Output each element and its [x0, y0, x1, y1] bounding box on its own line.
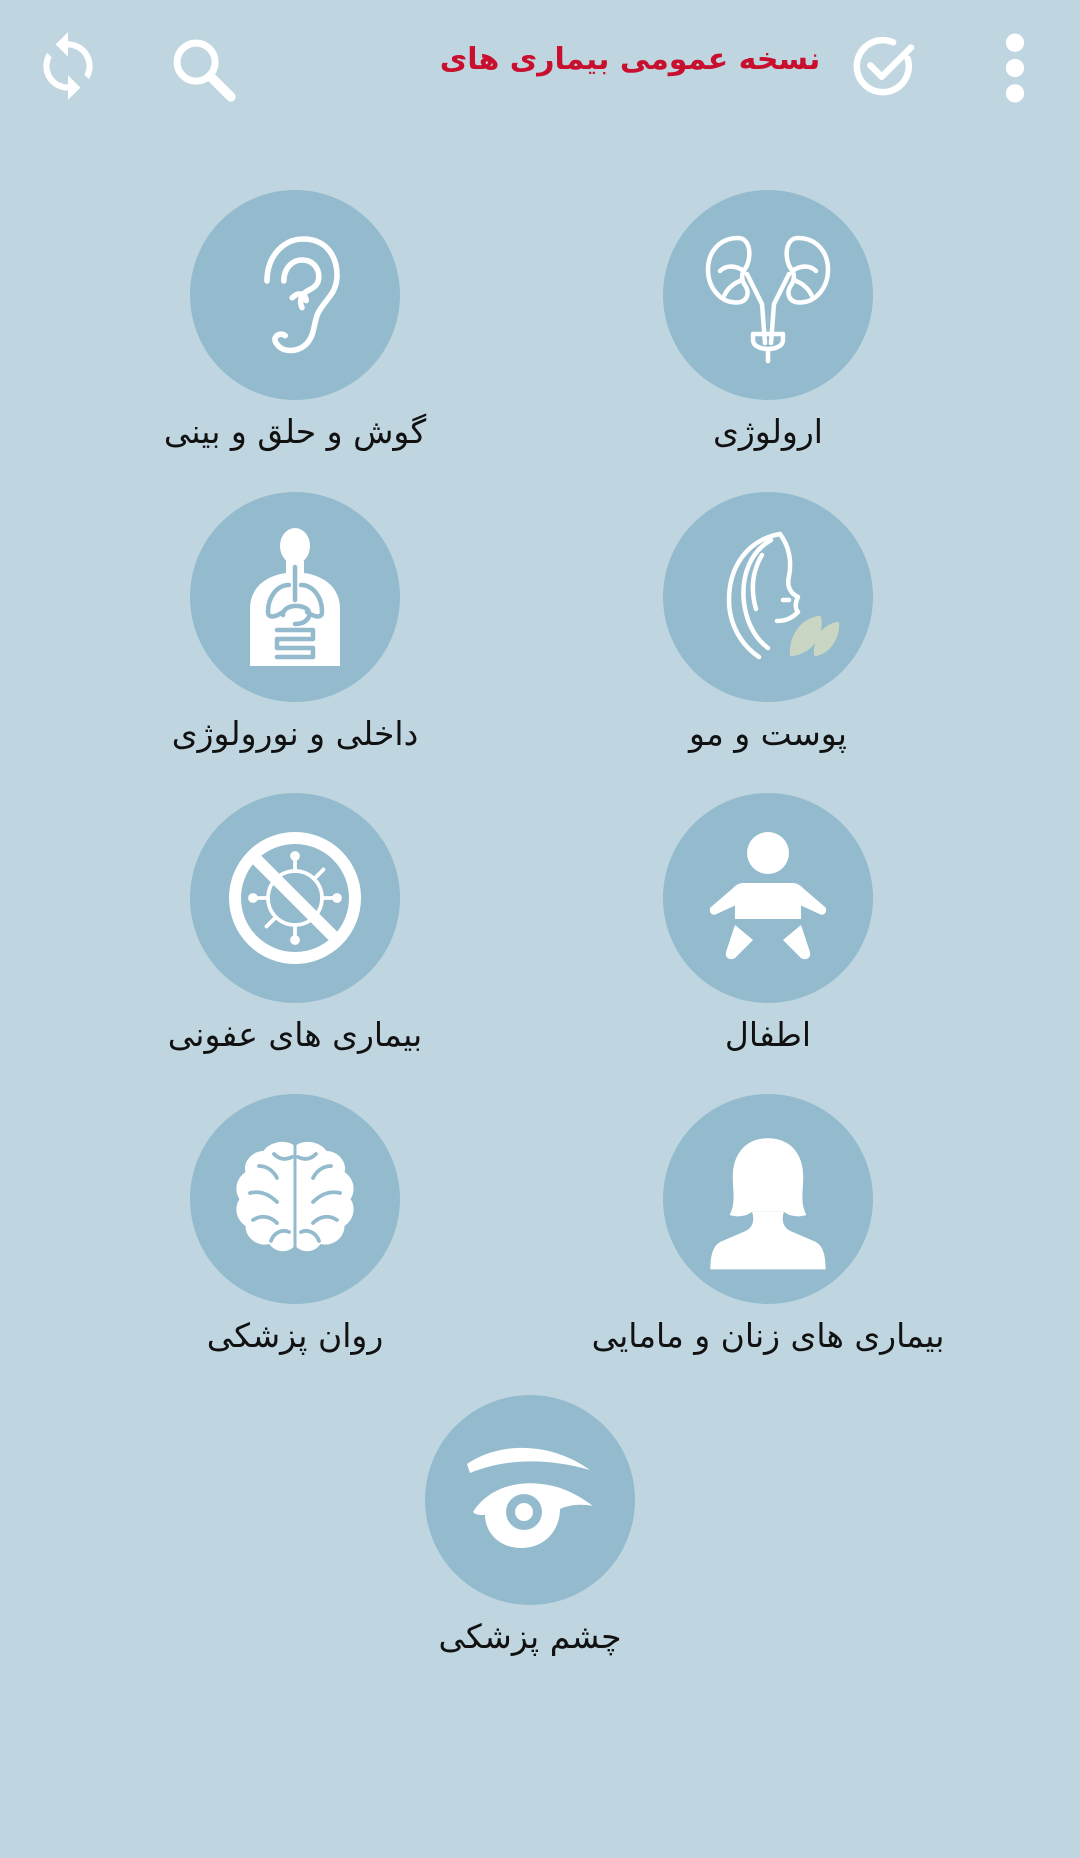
brain-icon [236, 1141, 354, 1252]
category-label: بیماری های عفونی [167, 1015, 423, 1054]
category-icon-circle [190, 190, 400, 400]
baby-icon [709, 832, 827, 960]
kidney-icon [705, 235, 831, 364]
category-ophthalmology[interactable]: چشم پزشکی [320, 1395, 740, 1665]
category-label: بیماری های زنان و مامایی [591, 1316, 945, 1355]
category-icon-circle [190, 1094, 400, 1304]
category-icon-circle [663, 190, 873, 400]
woman-icon [710, 1138, 826, 1270]
category-label: گوش و حلق و بینی [163, 412, 427, 451]
category-label: اطفال [724, 1015, 812, 1054]
category-label: روان پزشکی [206, 1316, 384, 1355]
category-label: چشم پزشکی [438, 1617, 622, 1656]
ear-icon [264, 236, 340, 354]
category-icon-circle [425, 1395, 635, 1605]
skin-hair-icon [726, 531, 840, 660]
category-grid: ارولوژی گوش و حلق و بینی پوست و مو داخلی… [0, 0, 1080, 1858]
category-icon-circle [663, 1094, 873, 1304]
category-infectious[interactable]: بیماری های عفونی [85, 793, 505, 1063]
category-icon-circle [190, 492, 400, 702]
category-label: پوست و مو [689, 714, 847, 753]
category-pediatrics[interactable]: اطفال [558, 793, 978, 1063]
category-icon-circle [190, 793, 400, 1003]
category-icon-circle [663, 492, 873, 702]
internal-organs-icon [250, 528, 340, 666]
category-icon-circle [663, 793, 873, 1003]
category-gynecology[interactable]: بیماری های زنان و مامایی [558, 1094, 978, 1364]
no-virus-icon [229, 832, 361, 964]
category-skin-hair[interactable]: پوست و مو [558, 492, 978, 762]
category-label: ارولوژی [713, 412, 823, 451]
eye-icon [467, 1447, 593, 1548]
category-internal-neurology[interactable]: داخلی و نورولوژی [85, 492, 505, 762]
category-urology[interactable]: ارولوژی [558, 190, 978, 460]
category-label: داخلی و نورولوژی [171, 714, 419, 753]
category-psychiatry[interactable]: روان پزشکی [85, 1094, 505, 1364]
category-ent[interactable]: گوش و حلق و بینی [85, 190, 505, 460]
